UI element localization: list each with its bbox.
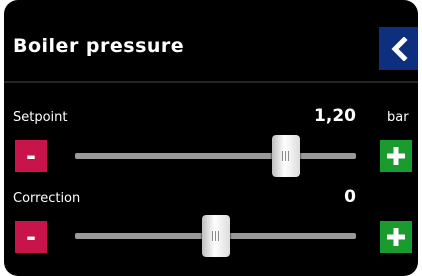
correction-value: 0 bbox=[344, 187, 356, 207]
correction-slider-thumb[interactable] bbox=[201, 215, 230, 257]
grip-icon bbox=[211, 231, 220, 241]
boiler-pressure-screen: Boiler pressure Setpoint 1,20 bar - Corr… bbox=[4, 0, 418, 276]
chevron-left-icon bbox=[390, 36, 408, 61]
correction-decrease-button[interactable]: - bbox=[15, 221, 47, 253]
setpoint-slider-thumb[interactable] bbox=[271, 135, 300, 177]
minus-icon: - bbox=[26, 142, 36, 170]
correction-increase-button[interactable] bbox=[380, 221, 412, 253]
plus-icon bbox=[387, 147, 405, 165]
setpoint-decrease-button[interactable]: - bbox=[15, 140, 47, 172]
setpoint-unit: bar bbox=[387, 110, 409, 125]
setpoint-increase-button[interactable] bbox=[380, 140, 412, 172]
setpoint-label: Setpoint bbox=[13, 110, 68, 125]
correction-label: Correction bbox=[13, 191, 81, 206]
back-button[interactable] bbox=[379, 27, 418, 70]
page-title: Boiler pressure bbox=[13, 35, 185, 57]
setpoint-slider-track[interactable] bbox=[75, 153, 356, 159]
plus-icon bbox=[387, 228, 405, 246]
setpoint-value: 1,20 bbox=[314, 106, 356, 126]
minus-icon: - bbox=[26, 223, 36, 251]
header-divider bbox=[4, 81, 418, 83]
grip-icon bbox=[281, 151, 290, 161]
